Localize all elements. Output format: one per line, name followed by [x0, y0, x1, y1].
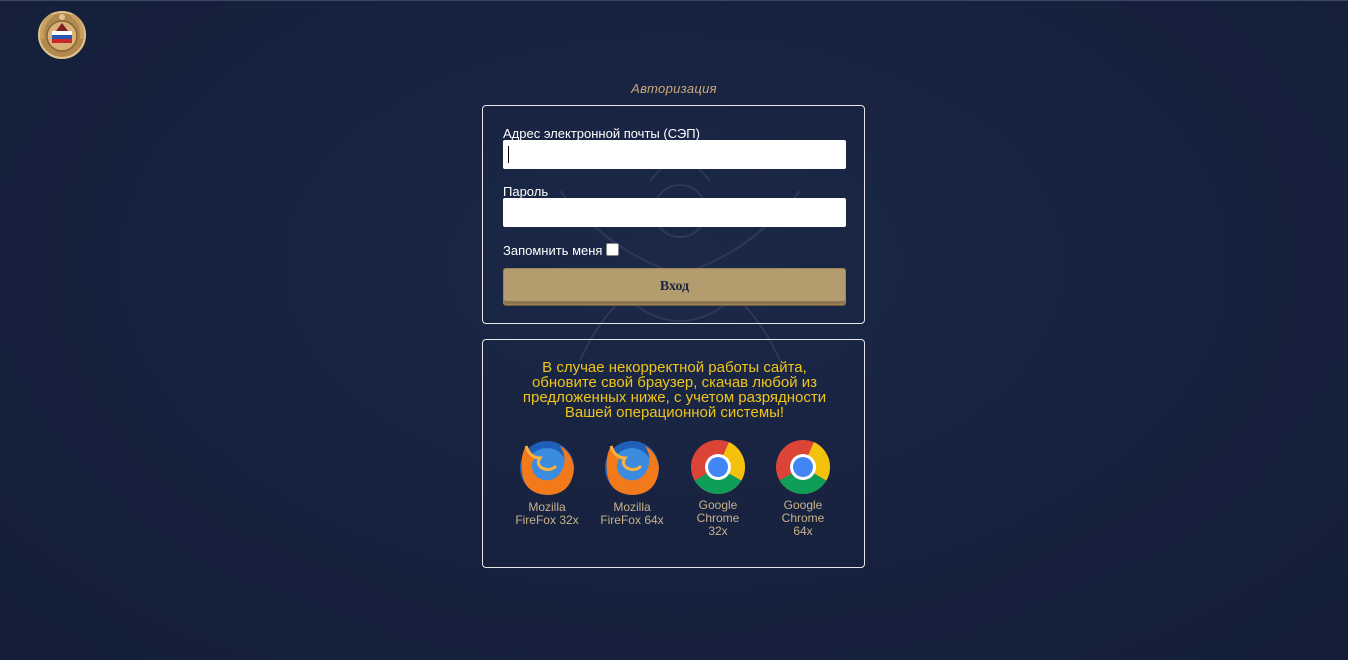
- password-field[interactable]: [503, 198, 846, 227]
- browser-info-panel: В случае некорректной работы сайта, обно…: [482, 339, 865, 568]
- browser-label: Mozilla FireFox 64x: [592, 501, 672, 527]
- warning-line: обновите свой браузер, скачав любой из: [531, 374, 818, 391]
- warning-line: В случае некорректной работы сайта,: [542, 359, 807, 376]
- browser-label-line: FireFox 32x: [515, 513, 579, 527]
- download-chrome-64-link[interactable]: Google Chrome 64x: [763, 438, 843, 538]
- email-field[interactable]: [503, 140, 846, 169]
- emblem-logo-icon: [34, 9, 90, 61]
- browser-label-line: 32x: [708, 524, 728, 538]
- chrome-icon: [776, 440, 831, 494]
- browser-label: Google Chrome 32x: [678, 499, 758, 538]
- browser-label-line: 64x: [793, 524, 813, 538]
- password-label: Пароль: [503, 184, 549, 199]
- remember-me: Запомнить меня: [503, 242, 620, 258]
- auth-title: Авторизация: [631, 81, 717, 96]
- login-page: Авторизация Адрес электронной почты (СЭП…: [0, 0, 1348, 660]
- email-label: Адрес электронной почты (СЭП): [503, 126, 700, 141]
- browser-label-line: FireFox 64x: [600, 513, 664, 527]
- browser-warning-text: В случае некорректной работы сайта, обно…: [501, 360, 848, 420]
- remember-me-checkbox[interactable]: [606, 242, 620, 256]
- chrome-icon: [691, 440, 746, 494]
- warning-line: Вашей операционной системы!: [564, 404, 785, 421]
- browser-label: Mozilla FireFox 32x: [507, 501, 587, 527]
- login-button[interactable]: Вход: [503, 268, 846, 305]
- download-firefox-32-link[interactable]: Mozilla FireFox 32x: [507, 438, 587, 527]
- text-caret: [508, 146, 509, 163]
- warning-line: предложенных ниже, с учетом разрядности: [522, 389, 827, 406]
- login-form: Адрес электронной почты (СЭП) Пароль Зап…: [482, 105, 865, 324]
- download-firefox-64-link[interactable]: Mozilla FireFox 64x: [592, 438, 672, 527]
- browser-label: Google Chrome 64x: [763, 499, 843, 538]
- firefox-icon: [605, 441, 659, 495]
- remember-me-label: Запомнить меня: [503, 243, 603, 258]
- download-chrome-32-link[interactable]: Google Chrome 32x: [678, 438, 758, 538]
- firefox-icon: [520, 441, 574, 495]
